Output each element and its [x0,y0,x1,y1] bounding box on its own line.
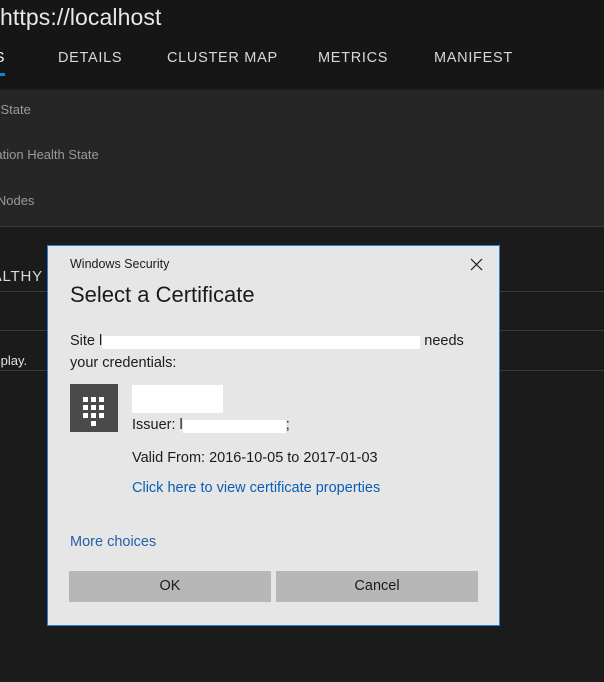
certificate-issuer: Issuer: l; [132,417,290,433]
cancel-button[interactable]: Cancel [276,571,478,602]
tab-ls[interactable]: LS [0,50,6,76]
url-text: https://localhost [0,4,162,30]
prompt-prefix: Site l [70,333,103,349]
tab-label: LS [0,50,5,66]
dialog-title-bar: Windows Security [48,246,499,284]
divider [0,226,604,227]
redacted-certificate-name [132,385,223,413]
active-tab-underline [0,73,6,76]
dialog-prompt: Site l needs your credentials: [70,330,480,374]
tab-label: DETAILS [58,50,123,66]
essentials-panel: th State ication Health State d Nodes [0,90,604,226]
tab-label: CLUSTER MAP [167,50,278,66]
certificate-card-icon [70,384,118,432]
panel-label: ication Health State [0,147,99,162]
windows-security-dialog: Windows Security Select a Certificate Si… [47,245,500,626]
certificate-properties-link[interactable]: Click here to view certificate propertie… [132,480,380,496]
more-choices-link[interactable]: More choices [70,534,156,550]
tab-cluster-map[interactable]: CLUSTER MAP [167,50,278,66]
dialog-heading: Select a Certificate [70,282,255,307]
redacted-site-name-part2 [316,336,421,349]
dialog-button-row: OK Cancel [69,571,479,602]
tab-manifest[interactable]: MANIFEST [434,50,513,66]
redacted-issuer-value [182,420,286,433]
panel-label: th State [0,102,31,117]
tab-label: MANIFEST [434,50,513,66]
tab-details[interactable]: DETAILS [58,50,122,66]
issuer-label: Issuer: l [132,417,183,433]
panel-label: d Nodes [0,193,35,208]
certificate-validity: Valid From: 2016-10-05 to 2017-01-03 [132,450,378,466]
prompt-suffix: needs [424,333,464,349]
close-icon[interactable] [457,248,495,280]
prompt-line2: your credentials: [70,355,177,371]
tab-bar[interactable]: LS DETAILS CLUSTER MAP METRICS MANIFEST [0,50,604,84]
dialog-title: Windows Security [70,257,170,271]
tab-metrics[interactable]: METRICS [318,50,388,66]
browser-top-bar: https://localhost LS DETAILS CLUSTER MAP ME… [0,0,604,88]
redacted-site-name-part1 [102,336,317,349]
tab-label: METRICS [318,50,389,66]
issuer-suffix: ; [285,417,290,433]
ok-button[interactable]: OK [69,571,271,602]
table-row-text: display. [0,353,28,368]
